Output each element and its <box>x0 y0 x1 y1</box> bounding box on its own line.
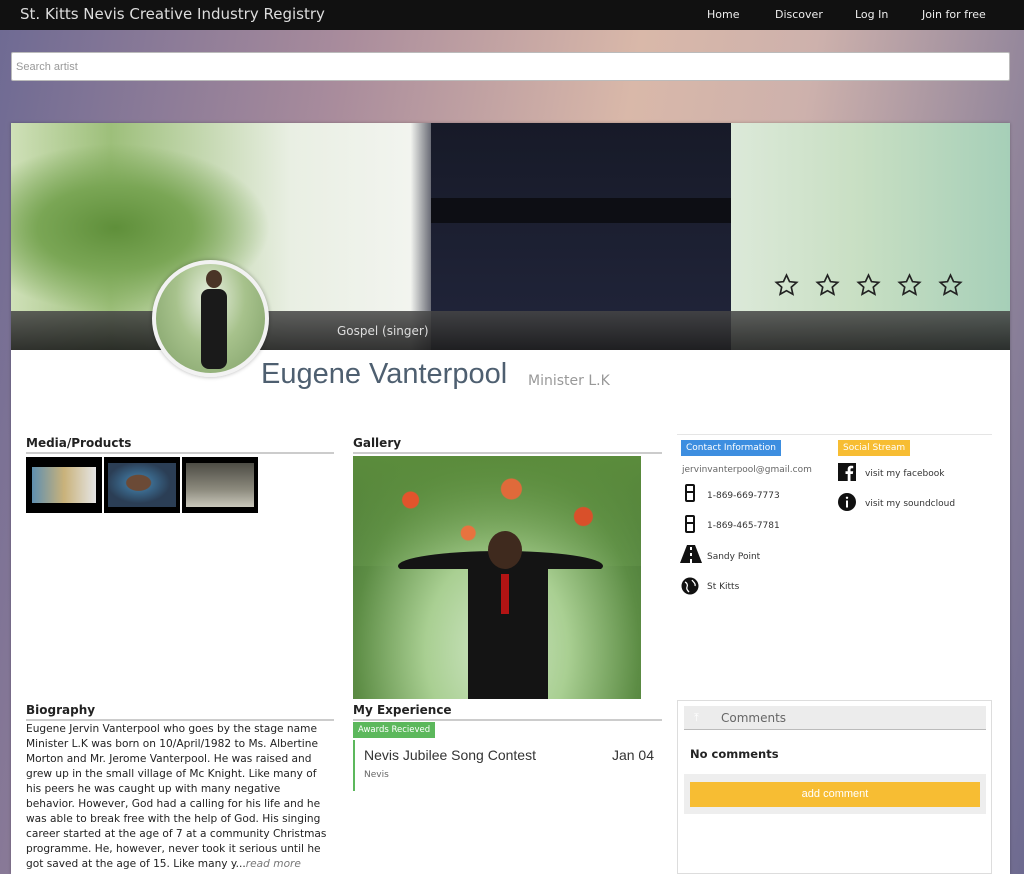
add-comment-wrap: add comment <box>684 774 986 814</box>
phone-icon <box>685 515 695 533</box>
star-icon[interactable] <box>856 273 881 298</box>
biography-body: Eugene Jervin Vanterpool who goes by the… <box>26 723 327 870</box>
comment-icon: ⤒ <box>694 711 699 724</box>
comments-panel: ⤒ Comments No comments add comment <box>677 700 992 874</box>
star-icon[interactable] <box>774 273 799 298</box>
thumb-image <box>108 463 176 507</box>
media-thumbnail[interactable] <box>182 457 258 513</box>
top-navbar: St. Kitts Nevis Creative Industry Regist… <box>0 0 1024 30</box>
search-input[interactable] <box>11 52 1010 81</box>
biography-heading: Biography <box>26 703 334 721</box>
nav-home[interactable]: Home <box>707 8 739 21</box>
genre-label: Gospel (singer) <box>337 324 429 338</box>
road-icon <box>680 545 702 563</box>
profile-card: Gospel (singer) Eugene Vanterpool Minist… <box>11 123 1010 874</box>
read-more-link[interactable]: read more <box>246 858 301 870</box>
contact-place: St Kitts <box>707 582 740 592</box>
gallery-tie <box>501 574 509 614</box>
nav-discover[interactable]: Discover <box>775 8 823 21</box>
media-heading: Media/Products <box>26 436 334 454</box>
avatar-figure <box>201 289 227 369</box>
star-icon[interactable] <box>815 273 840 298</box>
awards-tag: Awards Recieved <box>353 722 436 738</box>
phone-icon <box>685 484 695 502</box>
experience-item: Nevis Jubilee Song Contest Jan 04 Nevis <box>353 740 662 791</box>
soundcloud-link[interactable]: visit my soundcloud <box>865 499 955 509</box>
phone-1[interactable]: 1-869-669-7773 <box>707 491 780 501</box>
star-icon[interactable] <box>938 273 963 298</box>
star-icon[interactable] <box>897 273 922 298</box>
experience-date: Jan 04 <box>611 747 654 763</box>
experience-location: Nevis <box>364 770 389 780</box>
gallery-face <box>488 531 522 569</box>
contact-road: Sandy Point <box>707 552 761 562</box>
contact-email[interactable]: jervinvanterpool@gmail.com <box>682 465 812 475</box>
gallery-image[interactable] <box>353 456 641 699</box>
artist-name: Eugene Vanterpool <box>261 358 508 390</box>
facebook-link[interactable]: visit my facebook <box>865 469 944 479</box>
artist-alias: Minister L.K <box>528 373 610 389</box>
social-tag: Social Stream <box>838 440 911 456</box>
avatar <box>152 260 269 377</box>
info-icon[interactable] <box>838 493 856 511</box>
add-comment-button[interactable]: add comment <box>690 782 980 807</box>
nav-join[interactable]: Join for free <box>922 8 986 21</box>
site-brand[interactable]: St. Kitts Nevis Creative Industry Regist… <box>20 5 325 23</box>
biography-text: Eugene Jervin Vanterpool who goes by the… <box>26 722 332 872</box>
gallery-heading: Gallery <box>353 436 662 454</box>
rating-stars <box>774 273 963 298</box>
contact-tag: Contact Information <box>681 440 781 456</box>
comments-header: ⤒ Comments <box>684 706 986 730</box>
comments-label: Comments <box>721 711 787 725</box>
contact-divider <box>677 434 992 435</box>
thumb-image <box>186 463 254 507</box>
cover-belt <box>431 198 731 223</box>
phone-2[interactable]: 1-869-465-7781 <box>707 521 780 531</box>
facebook-icon[interactable] <box>838 463 856 481</box>
thumb-image <box>32 467 96 503</box>
avatar-head <box>206 270 222 288</box>
experience-heading: My Experience <box>353 703 662 721</box>
nav-login[interactable]: Log In <box>855 8 888 21</box>
globe-icon <box>681 577 699 595</box>
media-thumbnail[interactable] <box>26 457 102 513</box>
experience-title: Nevis Jubilee Song Contest <box>364 747 536 763</box>
media-thumbnail[interactable] <box>104 457 180 513</box>
no-comments-text: No comments <box>690 747 779 761</box>
